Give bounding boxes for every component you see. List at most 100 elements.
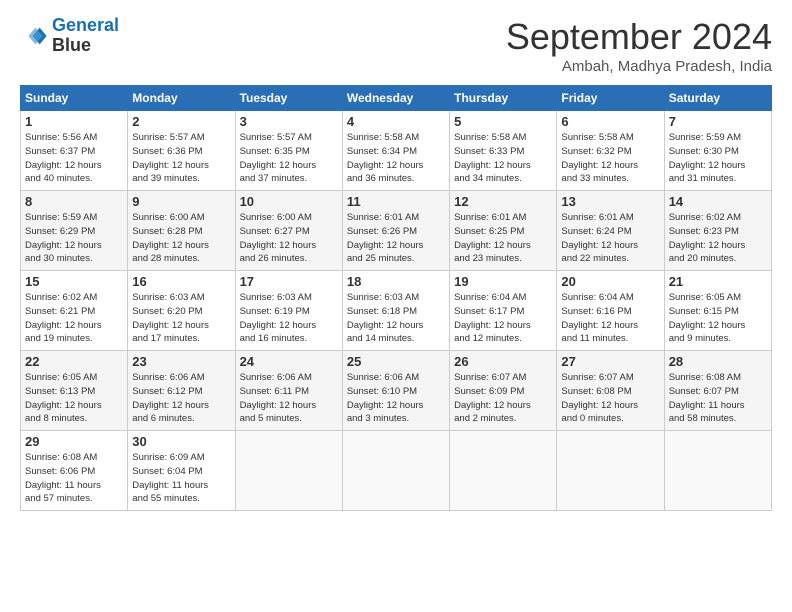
table-row: 3Sunrise: 5:57 AMSunset: 6:35 PMDaylight… — [235, 111, 342, 191]
day-number: 15 — [25, 274, 123, 289]
day-number: 5 — [454, 114, 552, 129]
table-row: 10 Sunrise: 6:00 AMSunset: 6:27 PMDayligh… — [235, 191, 342, 271]
day-info: Sunrise: 5:58 AMSunset: 6:34 PMDaylight:… — [347, 132, 424, 184]
calendar-week-3: 15 Sunrise: 6:02 AMSunset: 6:21 PMDayligh… — [21, 271, 772, 351]
table-row: 19Sunrise: 6:04 AMSunset: 6:17 PMDayligh… — [450, 271, 557, 351]
header: General Blue September 2024 Ambah, Madhy… — [20, 16, 772, 75]
day-number: 2 — [132, 114, 230, 129]
day-number: 23 — [132, 354, 230, 369]
table-row: 2 Sunrise: 5:57 AMSunset: 6:36 PMDaylight… — [128, 111, 235, 191]
day-number: 16 — [132, 274, 230, 289]
day-number: 7 — [669, 114, 767, 129]
calendar-table: Sunday Monday Tuesday Wednesday Thursday… — [20, 85, 772, 511]
day-info: Sunrise: 5:56 AMSunset: 6:37 PMDaylight:… — [25, 132, 102, 184]
day-number: 20 — [561, 274, 659, 289]
day-number: 28 — [669, 354, 767, 369]
day-number: 21 — [669, 274, 767, 289]
day-info: Sunrise: 5:59 AMSunset: 6:29 PMDaylight:… — [25, 212, 102, 264]
calendar-week-1: 1 Sunrise: 5:56 AMSunset: 6:37 PMDaylight… — [21, 111, 772, 191]
table-row: 15 Sunrise: 6:02 AMSunset: 6:21 PMDayligh… — [21, 271, 128, 351]
table-row: 16Sunrise: 6:03 AMSunset: 6:20 PMDayligh… — [128, 271, 235, 351]
table-row: 30Sunrise: 6:09 AMSunset: 6:04 PMDayligh… — [128, 431, 235, 511]
day-info: Sunrise: 6:02 AMSunset: 6:21 PMDaylight:… — [25, 292, 102, 344]
table-row — [235, 431, 342, 511]
day-number: 4 — [347, 114, 445, 129]
day-info: Sunrise: 5:57 AMSunset: 6:36 PMDaylight:… — [132, 132, 209, 184]
day-number: 27 — [561, 354, 659, 369]
table-row — [557, 431, 664, 511]
day-info: Sunrise: 6:06 AMSunset: 6:11 PMDaylight:… — [240, 372, 317, 424]
header-row: Sunday Monday Tuesday Wednesday Thursday… — [21, 86, 772, 111]
day-number: 26 — [454, 354, 552, 369]
day-info: Sunrise: 6:06 AMSunset: 6:12 PMDaylight:… — [132, 372, 209, 424]
day-number: 30 — [132, 434, 230, 449]
day-number: 8 — [25, 194, 123, 209]
day-info: Sunrise: 6:05 AMSunset: 6:15 PMDaylight:… — [669, 292, 746, 344]
logo: General Blue — [20, 16, 119, 56]
table-row: 25 Sunrise: 6:06 AMSunset: 6:10 PMDayligh… — [342, 351, 449, 431]
day-info: Sunrise: 5:58 AMSunset: 6:32 PMDaylight:… — [561, 132, 638, 184]
day-number: 18 — [347, 274, 445, 289]
day-info: Sunrise: 6:03 AMSunset: 6:19 PMDaylight:… — [240, 292, 317, 344]
col-wednesday: Wednesday — [342, 86, 449, 111]
logo-blue: Blue — [52, 35, 91, 55]
col-tuesday: Tuesday — [235, 86, 342, 111]
col-monday: Monday — [128, 86, 235, 111]
day-info: Sunrise: 6:06 AMSunset: 6:10 PMDaylight:… — [347, 372, 424, 424]
table-row — [664, 431, 771, 511]
calendar-week-5: 29Sunrise: 6:08 AMSunset: 6:06 PMDayligh… — [21, 431, 772, 511]
table-row — [342, 431, 449, 511]
table-row: 27 Sunrise: 6:07 AMSunset: 6:08 PMDayligh… — [557, 351, 664, 431]
day-number: 12 — [454, 194, 552, 209]
day-info: Sunrise: 6:03 AMSunset: 6:18 PMDaylight:… — [347, 292, 424, 344]
table-row: 8 Sunrise: 5:59 AMSunset: 6:29 PMDaylight… — [21, 191, 128, 271]
table-row: 18 Sunrise: 6:03 AMSunset: 6:18 PMDayligh… — [342, 271, 449, 351]
day-info: Sunrise: 6:01 AMSunset: 6:24 PMDaylight:… — [561, 212, 638, 264]
table-row: 12 Sunrise: 6:01 AMSunset: 6:25 PMDayligh… — [450, 191, 557, 271]
day-number: 6 — [561, 114, 659, 129]
location: Ambah, Madhya Pradesh, India — [506, 58, 772, 75]
day-number: 17 — [240, 274, 338, 289]
day-info: Sunrise: 6:02 AMSunset: 6:23 PMDaylight:… — [669, 212, 746, 264]
table-row: 17 Sunrise: 6:03 AMSunset: 6:19 PMDayligh… — [235, 271, 342, 351]
table-row: 22 Sunrise: 6:05 AMSunset: 6:13 PMDayligh… — [21, 351, 128, 431]
table-row: 13Sunrise: 6:01 AMSunset: 6:24 PMDayligh… — [557, 191, 664, 271]
day-info: Sunrise: 6:01 AMSunset: 6:26 PMDaylight:… — [347, 212, 424, 264]
logo-general: General — [52, 15, 119, 35]
day-info: Sunrise: 6:01 AMSunset: 6:25 PMDaylight:… — [454, 212, 531, 264]
day-number: 1 — [25, 114, 123, 129]
day-info: Sunrise: 5:57 AMSunset: 6:35 PMDaylight:… — [240, 132, 317, 184]
month-title: September 2024 — [506, 16, 772, 58]
table-row: 4 Sunrise: 5:58 AMSunset: 6:34 PMDaylight… — [342, 111, 449, 191]
table-row: 6 Sunrise: 5:58 AMSunset: 6:32 PMDaylight… — [557, 111, 664, 191]
table-row: 20 Sunrise: 6:04 AMSunset: 6:16 PMDayligh… — [557, 271, 664, 351]
day-info: Sunrise: 6:07 AMSunset: 6:08 PMDaylight:… — [561, 372, 638, 424]
table-row: 29Sunrise: 6:08 AMSunset: 6:06 PMDayligh… — [21, 431, 128, 511]
day-info: Sunrise: 6:04 AMSunset: 6:16 PMDaylight:… — [561, 292, 638, 344]
col-saturday: Saturday — [664, 86, 771, 111]
day-number: 10 — [240, 194, 338, 209]
table-row — [450, 431, 557, 511]
day-info: Sunrise: 6:07 AMSunset: 6:09 PMDaylight:… — [454, 372, 531, 424]
day-info: Sunrise: 6:08 AMSunset: 6:07 PMDaylight:… — [669, 372, 745, 424]
table-row: 24Sunrise: 6:06 AMSunset: 6:11 PMDayligh… — [235, 351, 342, 431]
calendar-week-4: 22 Sunrise: 6:05 AMSunset: 6:13 PMDayligh… — [21, 351, 772, 431]
day-number: 14 — [669, 194, 767, 209]
table-row: 7Sunrise: 5:59 AMSunset: 6:30 PMDaylight… — [664, 111, 771, 191]
table-row: 26 Sunrise: 6:07 AMSunset: 6:09 PMDayligh… — [450, 351, 557, 431]
day-number: 25 — [347, 354, 445, 369]
day-info: Sunrise: 6:00 AMSunset: 6:27 PMDaylight:… — [240, 212, 317, 264]
table-row: 11 Sunrise: 6:01 AMSunset: 6:26 PMDayligh… — [342, 191, 449, 271]
col-sunday: Sunday — [21, 86, 128, 111]
day-number: 11 — [347, 194, 445, 209]
day-info: Sunrise: 6:05 AMSunset: 6:13 PMDaylight:… — [25, 372, 102, 424]
day-info: Sunrise: 5:58 AMSunset: 6:33 PMDaylight:… — [454, 132, 531, 184]
day-number: 9 — [132, 194, 230, 209]
day-number: 22 — [25, 354, 123, 369]
table-row: 28 Sunrise: 6:08 AMSunset: 6:07 PMDayligh… — [664, 351, 771, 431]
logo-text: General Blue — [52, 16, 119, 56]
logo-icon — [20, 22, 48, 50]
day-info: Sunrise: 6:04 AMSunset: 6:17 PMDaylight:… — [454, 292, 531, 344]
table-row: 9Sunrise: 6:00 AMSunset: 6:28 PMDaylight… — [128, 191, 235, 271]
table-row: 1 Sunrise: 5:56 AMSunset: 6:37 PMDaylight… — [21, 111, 128, 191]
